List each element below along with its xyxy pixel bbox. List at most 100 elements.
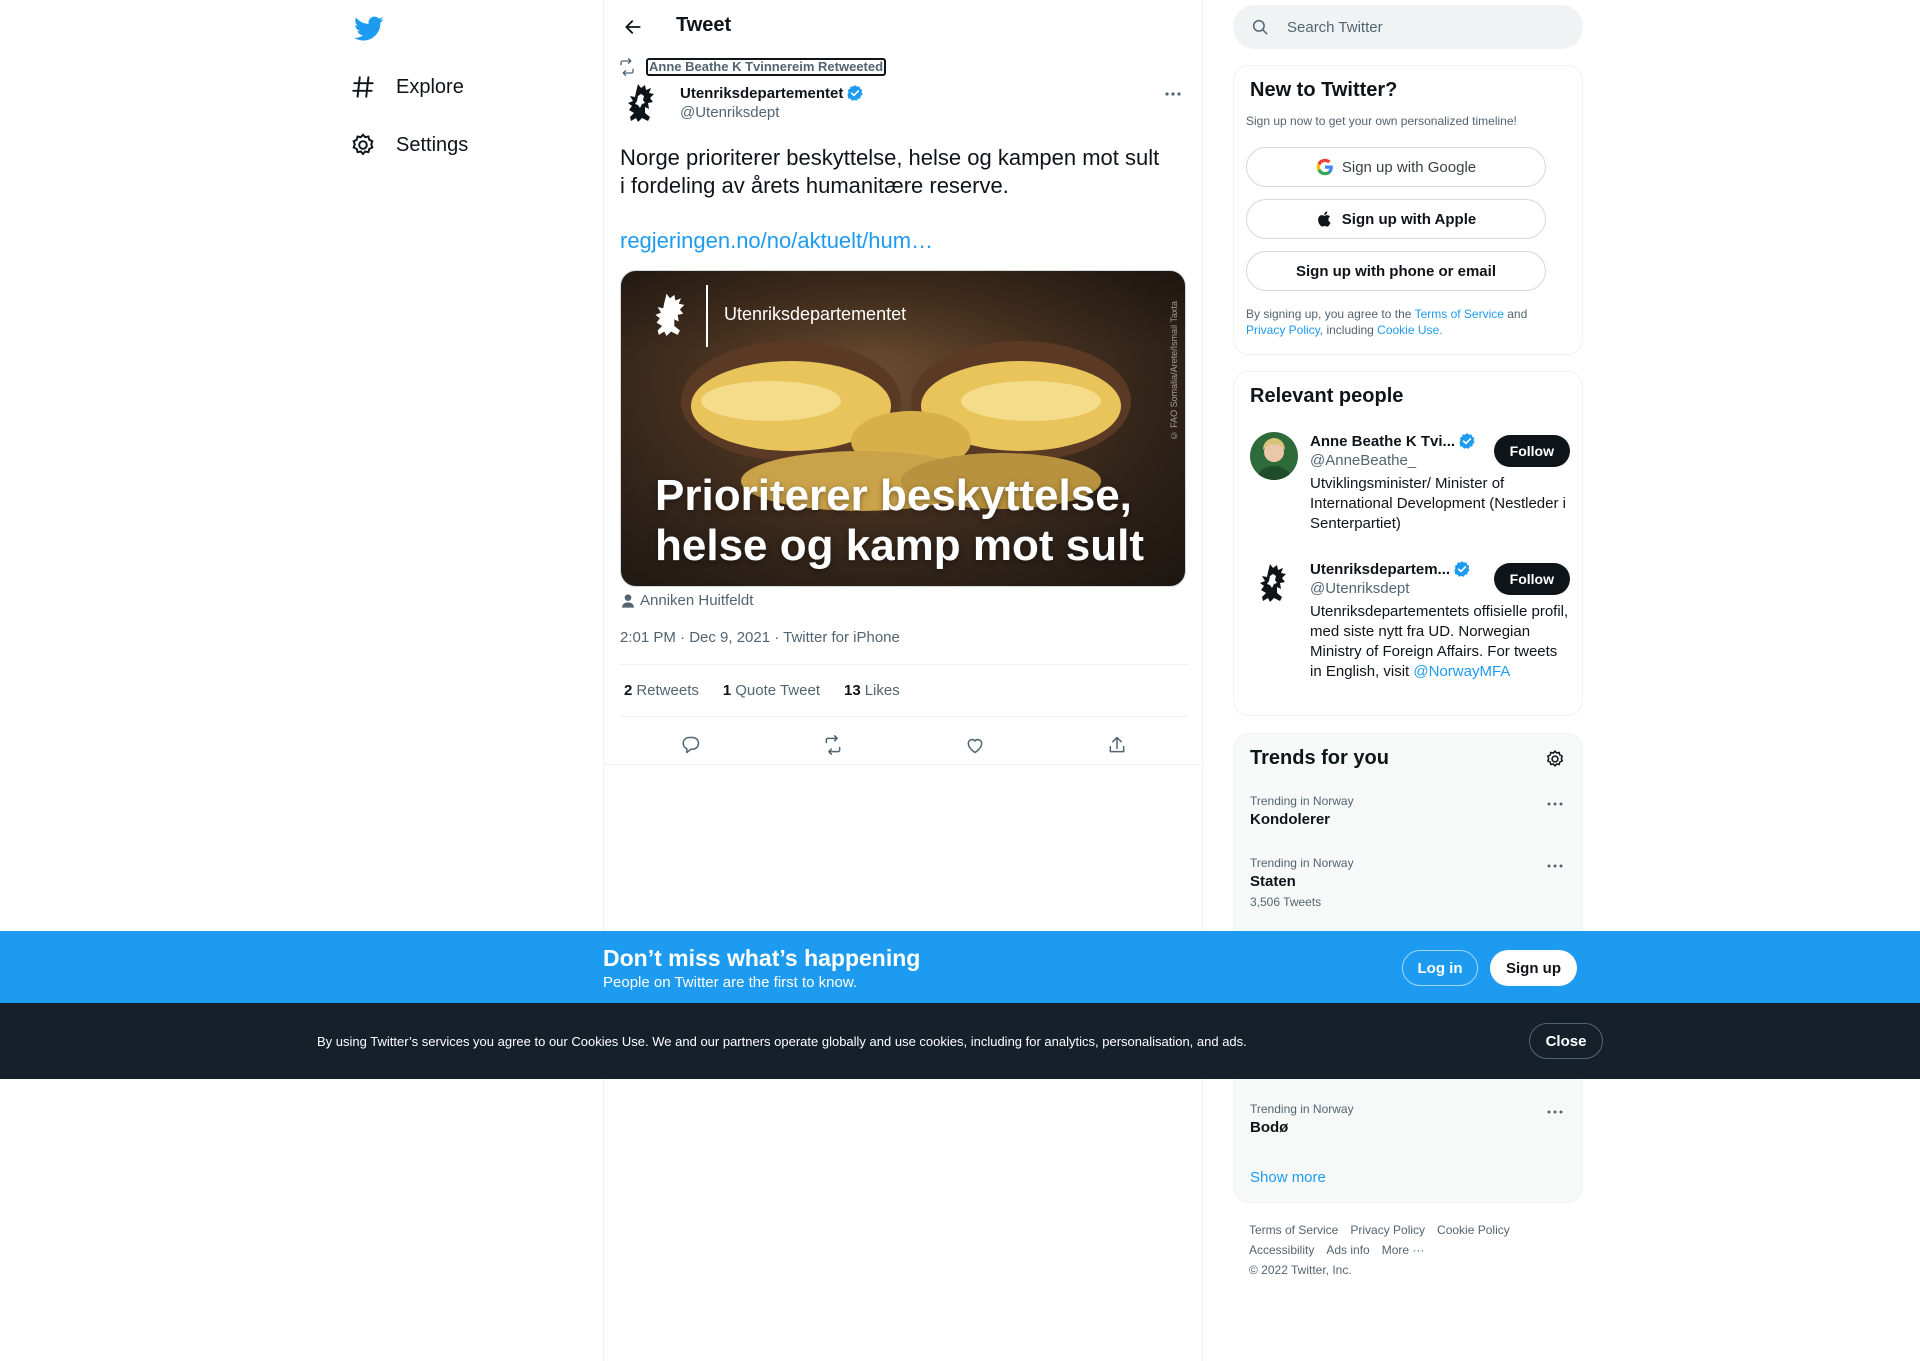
retweet-context: Anne Beathe K Tvinnereim Retweeted: [618, 58, 887, 76]
new-to-twitter-title: New to Twitter?: [1250, 79, 1398, 101]
signup-apple-label: Sign up with Apple: [1341, 210, 1477, 228]
relevant-person[interactable]: Utenriksdepartem... @Utenriksdept Utenri…: [1250, 560, 1570, 700]
author-name[interactable]: Utenriksdepartementet: [680, 85, 843, 102]
person-name[interactable]: Utenriksdepartem...: [1310, 561, 1450, 578]
relevant-person[interactable]: Anne Beathe K Tvi... @AnneBeathe_ Utvikl…: [1250, 432, 1570, 542]
signup-promo-bar: Don’t miss what’s happening People on Tw…: [0, 931, 1920, 1003]
person-bio-link[interactable]: @NorwayMFA: [1413, 663, 1510, 680]
tweet-text: Norge prioriterer beskyttelse, helse og …: [620, 145, 1160, 198]
share-icon[interactable]: [1100, 728, 1134, 762]
person-name-row: Utenriksdepartem...: [1310, 560, 1471, 578]
author-handle[interactable]: @Utenriksdept: [680, 104, 779, 121]
privacy-policy-link[interactable]: Privacy Policy: [1246, 323, 1320, 337]
trend-more-icon[interactable]: [1542, 1102, 1568, 1122]
tagged-person-name: Anniken Huitfeldt: [640, 592, 754, 609]
person-icon: [620, 593, 636, 609]
tagged-person[interactable]: Anniken Huitfeldt: [620, 592, 753, 609]
trends-settings-gear-icon[interactable]: [1542, 746, 1568, 772]
tweet-media-image[interactable]: Utenriksdepartementet Prioriterer beskyt…: [620, 270, 1186, 587]
person-handle[interactable]: @Utenriksdept: [1310, 580, 1409, 597]
close-cookie-button[interactable]: Close: [1529, 1023, 1603, 1059]
tweet-link[interactable]: regjeringen.no/no/aktuelt/hum…: [620, 228, 933, 254]
quotes-label: Quote Tweet: [735, 682, 820, 699]
footer-ads-link[interactable]: Ads info: [1326, 1243, 1369, 1257]
verified-badge-icon: [1458, 432, 1476, 450]
tweet-actions: [620, 728, 1188, 762]
trend-item[interactable]: Trending in Norway Kondolerer: [1250, 794, 1568, 828]
search-input[interactable]: [1287, 18, 1567, 36]
retweet-action-icon[interactable]: [816, 728, 850, 762]
trend-item[interactable]: Trending in Norway Bodø: [1250, 1102, 1568, 1136]
trend-more-icon[interactable]: [1542, 856, 1568, 876]
person-bio: Utviklingsminister/ Minister of Internat…: [1310, 475, 1566, 532]
avatar[interactable]: [1250, 560, 1298, 608]
signup-google-button[interactable]: Sign up with Google: [1246, 147, 1546, 187]
person-name-row: Anne Beathe K Tvi...: [1310, 432, 1476, 450]
trend-more-icon[interactable]: [1542, 794, 1568, 814]
media-brand-text: Utenriksdepartementet: [724, 304, 907, 324]
top-bar: Tweet: [604, 0, 1202, 53]
author-avatar[interactable]: [620, 82, 664, 126]
verified-badge-icon: [1453, 560, 1471, 578]
trend-name: Bodø: [1250, 1119, 1289, 1136]
likes-label: Likes: [864, 682, 900, 699]
avatar[interactable]: [1250, 432, 1298, 480]
signup-terms-text: By signing up, you agree to the Terms of…: [1246, 306, 1566, 338]
new-to-twitter-subtitle: Sign up now to get your own personalized…: [1246, 114, 1517, 128]
more-options-icon[interactable]: [1158, 82, 1188, 106]
show-more-link[interactable]: Show more: [1250, 1169, 1326, 1186]
promo-title: Don’t miss what’s happening: [603, 945, 921, 971]
trend-name: Kondolerer: [1250, 811, 1331, 828]
person-name[interactable]: Anne Beathe K Tvi...: [1310, 433, 1455, 450]
footer-more-link[interactable]: More ···: [1382, 1243, 1425, 1257]
author-name-row[interactable]: Utenriksdepartementet: [680, 84, 864, 102]
google-logo-icon: [1316, 158, 1334, 176]
signup-button[interactable]: Sign up: [1490, 950, 1577, 986]
footer-cookie-link[interactable]: Cookie Policy: [1437, 1223, 1510, 1237]
nav-explore[interactable]: Explore: [350, 62, 480, 112]
retweet-icon: [618, 58, 636, 76]
retweets-stat[interactable]: 2 Retweets: [620, 682, 699, 699]
gear-icon: [350, 132, 376, 158]
tweet-stats: 2 Retweets 1 Quote Tweet 13 Likes: [620, 682, 920, 699]
trend-name: Staten: [1250, 873, 1296, 890]
trend-item[interactable]: Trending in Norway Staten 3,506 Tweets: [1250, 856, 1568, 909]
trend-context: Trending in Norway: [1250, 1102, 1354, 1116]
nav-settings[interactable]: Settings: [350, 120, 484, 170]
page-title: Tweet: [676, 14, 732, 36]
signup-apple-button[interactable]: Sign up with Apple: [1246, 199, 1546, 239]
quote-tweets-stat[interactable]: 1 Quote Tweet: [719, 682, 820, 699]
back-arrow-icon[interactable]: [616, 10, 650, 44]
cookie-use-link[interactable]: Cookie Use.: [1377, 323, 1442, 337]
person-bio: Utenriksdepartementets offisielle profil…: [1310, 602, 1570, 682]
follow-button[interactable]: Follow: [1493, 435, 1570, 467]
reply-icon[interactable]: [674, 728, 708, 762]
footer-links: Terms of Service Privacy Policy Cookie Pol…: [1249, 1220, 1569, 1280]
retweets-count: 2: [624, 682, 633, 699]
login-button[interactable]: Log in: [1402, 950, 1478, 986]
media-lion-crest-icon: [655, 293, 685, 336]
terms-of-service-link[interactable]: Terms of Service: [1415, 307, 1504, 321]
retweeted-by-link[interactable]: Anne Beathe K Tvinnereim Retweeted: [646, 58, 887, 76]
twitter-logo-icon[interactable]: [350, 10, 388, 48]
nav-settings-label: Settings: [396, 133, 469, 156]
lion-crest-icon: [628, 84, 654, 122]
tweet-timestamp[interactable]: 2:01 PM · Dec 9, 2021 · Twitter for iPho…: [620, 629, 900, 646]
footer-terms-link[interactable]: Terms of Service: [1249, 1223, 1338, 1237]
signup-phone-label: Sign up with phone or email: [1295, 262, 1496, 280]
terms-and: and: [1503, 307, 1528, 321]
trend-context: Trending in Norway: [1250, 794, 1354, 808]
apple-logo-icon: [1316, 210, 1334, 228]
signup-phone-button[interactable]: Sign up with phone or email: [1246, 251, 1546, 291]
like-heart-icon[interactable]: [958, 728, 992, 762]
footer-accessibility-link[interactable]: Accessibility: [1249, 1243, 1314, 1257]
follow-button[interactable]: Follow: [1493, 563, 1570, 595]
footer-privacy-link[interactable]: Privacy Policy: [1350, 1223, 1425, 1237]
trends-title: Trends for you: [1250, 747, 1389, 769]
likes-stat[interactable]: 13 Likes: [840, 682, 900, 699]
signup-google-label: Sign up with Google: [1341, 158, 1477, 176]
search-bar[interactable]: [1233, 5, 1583, 49]
trend-context: Trending in Norway: [1250, 856, 1354, 870]
person-handle[interactable]: @AnneBeathe_: [1310, 452, 1416, 469]
copyright: © 2022 Twitter, Inc.: [1249, 1263, 1352, 1277]
